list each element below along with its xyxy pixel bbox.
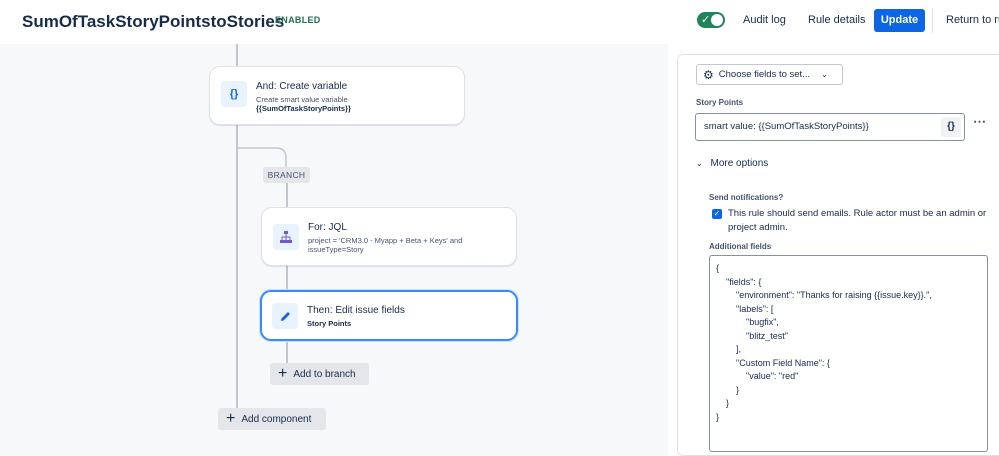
header-divider [932,8,933,33]
send-notifications-checkbox[interactable]: ✓ [712,209,722,219]
more-options-label: More options [710,158,769,169]
add-to-branch-label: Add to branch [293,368,356,380]
additional-fields-label: Additional fields [709,242,772,251]
toggle-knob [711,14,723,26]
edit-fields-panel: ⚙ Choose fields to set... ⌄ Story Points… [677,54,999,456]
hierarchy-icon [273,224,299,250]
rule-details-link[interactable]: Rule details [808,14,865,26]
choose-fields-dropdown[interactable]: ⚙ Choose fields to set... ⌄ [696,64,843,85]
card-field: Story Points [307,319,352,328]
story-points-label: Story Points [696,98,744,107]
card-jql-line-2: issueType=Story [308,245,364,254]
card-title: Then: Edit issue fields [307,305,405,316]
add-to-branch-button[interactable]: + Add to branch [270,363,369,385]
card-variable: {{SumOfTaskStoryPoints}} [256,104,351,113]
branch-connector [236,146,287,168]
update-button[interactable]: Update [874,9,925,32]
branch-label: BRANCH [263,167,310,183]
create-variable-card[interactable]: {} And: Create variable Create smart val… [209,66,465,125]
smart-value-button[interactable]: {} [941,117,961,137]
card-title: And: Create variable [256,81,348,92]
edit-issue-fields-card[interactable]: Then: Edit issue fields Story Points [260,290,518,341]
add-component-button[interactable]: + Add component [218,408,326,430]
return-to-rules-link[interactable]: Return to ru [946,14,999,26]
send-notifications-text: This rule should send emails. Rule actor… [728,208,987,233]
more-actions-icon[interactable]: ⋯ [973,114,987,130]
check-icon: ✓ [701,14,711,26]
story-points-input[interactable]: smart value: {{SumOfTaskStoryPoints}} {} [695,113,965,141]
curly-braces-icon: {} [221,81,247,107]
for-jql-card[interactable]: For: JQL project = 'CRM3.0 - Myapp + Bet… [261,207,517,266]
send-notifications-label: Send notifications? [709,193,784,202]
connector-line [286,265,288,290]
status-badge: ENABLED [275,15,321,25]
plus-icon: + [226,410,236,427]
more-options-toggle[interactable]: ⌄ More options [696,158,768,169]
choose-fields-label: Choose fields to set... [718,69,811,80]
gear-icon: ⚙ [703,67,714,82]
add-component-label: Add component [241,413,312,425]
audit-log-link[interactable]: Audit log [743,14,786,26]
story-points-value: smart value: {{SumOfTaskStoryPoints}} [704,121,869,132]
chevron-down-icon: ⌄ [821,70,828,79]
additional-fields-textarea[interactable]: { "fields": { "environment": "Thanks for… [709,255,988,452]
plus-icon: + [278,365,288,382]
card-title: For: JQL [308,222,347,233]
rule-title: SumOfTaskStoryPointstoStories [22,12,285,31]
connector-line [286,340,288,363]
pencil-icon [272,303,298,329]
connector-line [236,44,238,66]
chevron-down-icon: ⌄ [696,159,703,168]
connector-line [286,183,288,207]
enable-toggle[interactable]: ✓ [697,12,725,28]
header: SumOfTaskStoryPointstoStories ENABLED ✓ … [0,0,999,44]
